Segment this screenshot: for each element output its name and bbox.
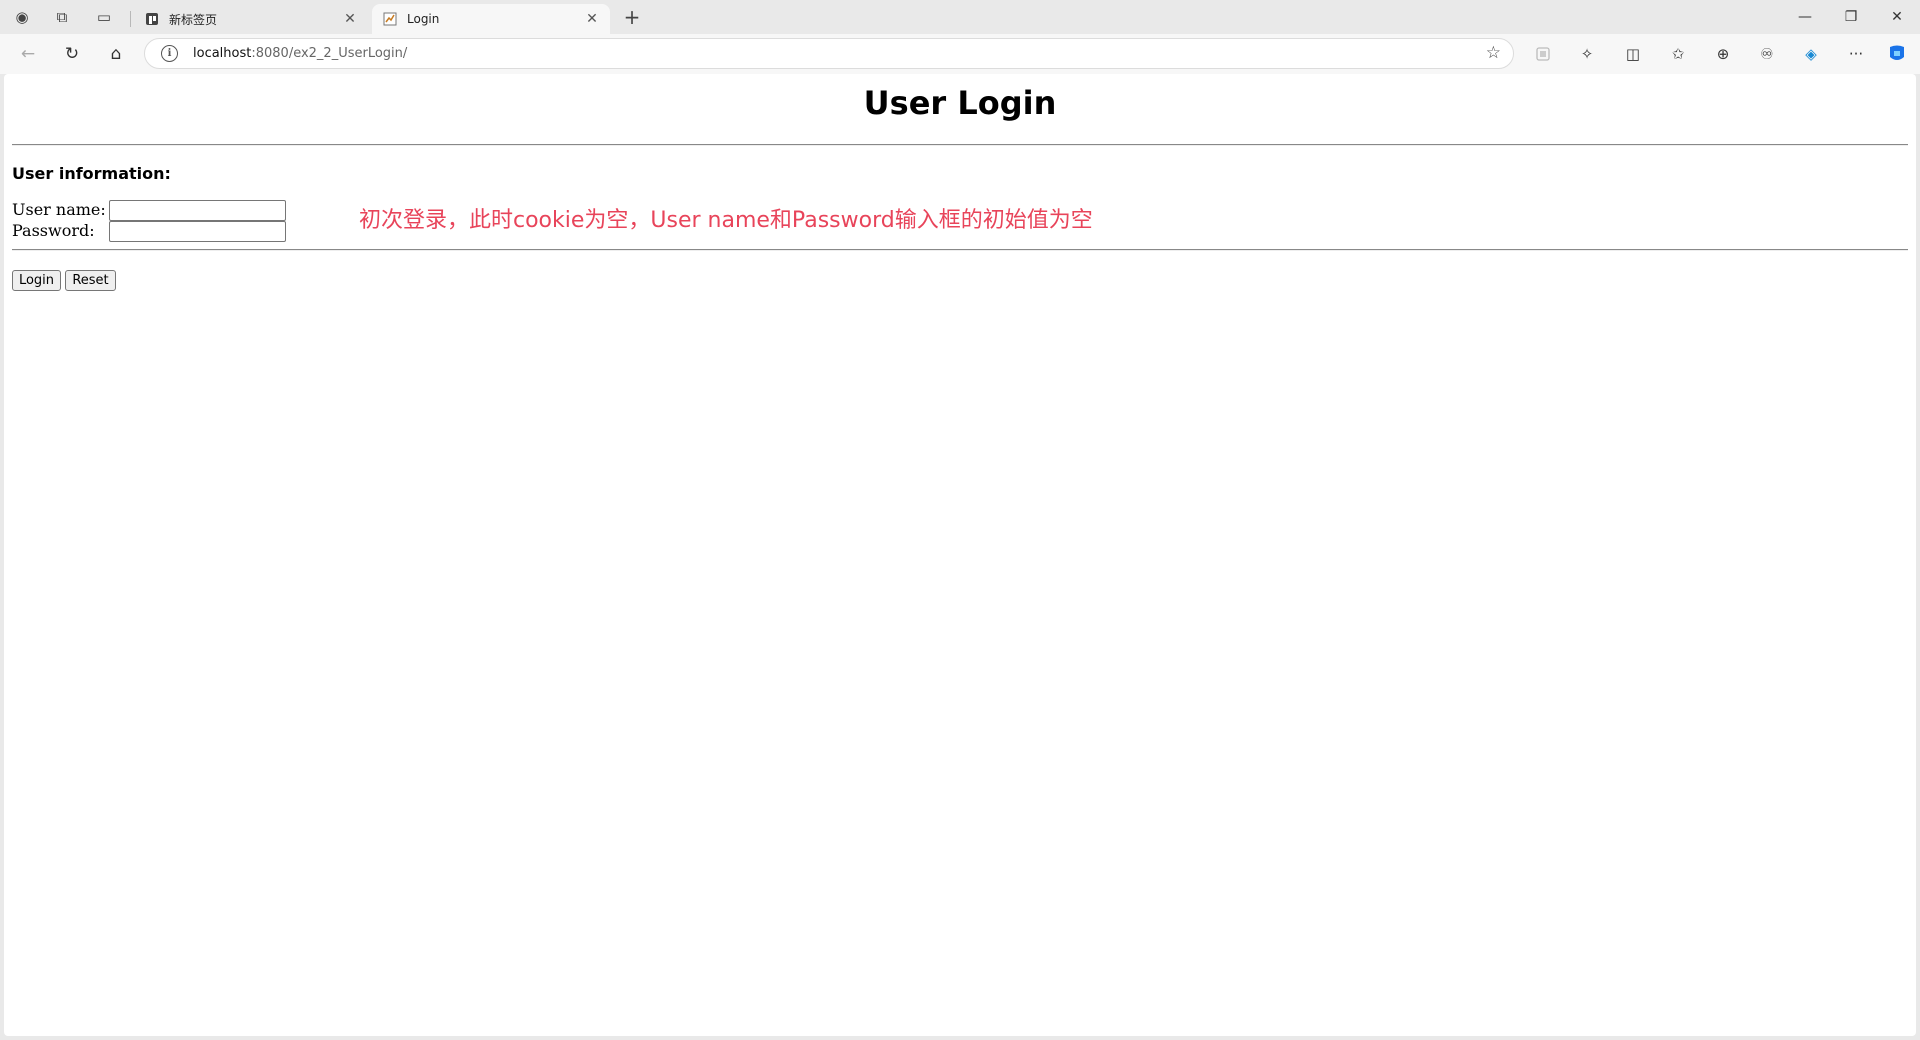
- page-viewport: User Login User information: User name: …: [4, 74, 1916, 1036]
- performance-icon[interactable]: ♾: [1753, 40, 1781, 68]
- maximize-button[interactable]: ❐: [1828, 0, 1874, 34]
- tab-login[interactable]: Login ✕: [372, 4, 610, 34]
- tab-actions-icon[interactable]: ▭: [92, 5, 116, 29]
- reset-button[interactable]: Reset: [65, 270, 116, 291]
- tab-label: 新标签页: [169, 12, 218, 27]
- newtab-favicon-icon: [144, 11, 160, 27]
- section-title: User information:: [12, 164, 171, 183]
- copilot-icon[interactable]: [1883, 40, 1911, 68]
- password-input[interactable]: [109, 221, 286, 242]
- collections-icon[interactable]: ⊕: [1709, 40, 1737, 68]
- username-label: User name:: [12, 200, 106, 219]
- tab-separator: [130, 11, 131, 27]
- back-button[interactable]: ←: [14, 40, 42, 68]
- divider-bottom: [12, 249, 1908, 251]
- page-favicon-icon: [382, 11, 398, 27]
- favorites-icon[interactable]: ✩: [1664, 40, 1692, 68]
- username-input[interactable]: [109, 200, 286, 221]
- password-label: Password:: [12, 221, 95, 240]
- browser-toolbar: ← ↻ ⌂ i localhost:8080/ex2_2_UserLogin/ …: [0, 34, 1920, 74]
- favorite-star-icon[interactable]: ☆: [1486, 43, 1501, 63]
- url-path: :8080/ex2_2_UserLogin/: [251, 46, 408, 61]
- tab-new-tab[interactable]: 新标签页 ✕: [134, 4, 368, 34]
- tab-close-icon[interactable]: ✕: [584, 11, 600, 27]
- page-title: User Login: [863, 84, 1057, 122]
- url-text[interactable]: localhost:8080/ex2_2_UserLogin/: [193, 46, 407, 61]
- tab-bar: ◉ ⧉ ▭ 新标签页 ✕ Login ✕ + — ❐ ✕: [0, 0, 1920, 34]
- url-host: localhost: [193, 46, 252, 61]
- address-bar[interactable]: i localhost:8080/ex2_2_UserLogin/ ☆: [144, 38, 1514, 69]
- app-available-icon[interactable]: [1529, 40, 1557, 68]
- split-screen-icon[interactable]: ◫: [1619, 40, 1647, 68]
- home-button[interactable]: ⌂: [102, 40, 130, 68]
- more-menu-icon[interactable]: ···: [1842, 40, 1870, 68]
- refresh-button[interactable]: ↻: [58, 40, 86, 68]
- browser-essentials-icon[interactable]: ◈: [1797, 40, 1825, 68]
- extensions-icon[interactable]: ✧: [1573, 40, 1601, 68]
- tab-close-icon[interactable]: ✕: [342, 11, 358, 27]
- tab-label: Login: [407, 12, 440, 26]
- profile-icon[interactable]: ◉: [10, 5, 34, 29]
- site-info-icon[interactable]: i: [161, 45, 178, 62]
- annotation-note: 初次登录，此时cookie为空，User name和Password输入框的初始…: [359, 208, 1093, 233]
- close-window-button[interactable]: ✕: [1874, 0, 1920, 34]
- workspaces-icon[interactable]: ⧉: [50, 5, 74, 29]
- divider-top: [12, 144, 1908, 146]
- minimize-button[interactable]: —: [1782, 0, 1828, 34]
- new-tab-button[interactable]: +: [620, 5, 644, 29]
- login-button[interactable]: Login: [12, 270, 61, 291]
